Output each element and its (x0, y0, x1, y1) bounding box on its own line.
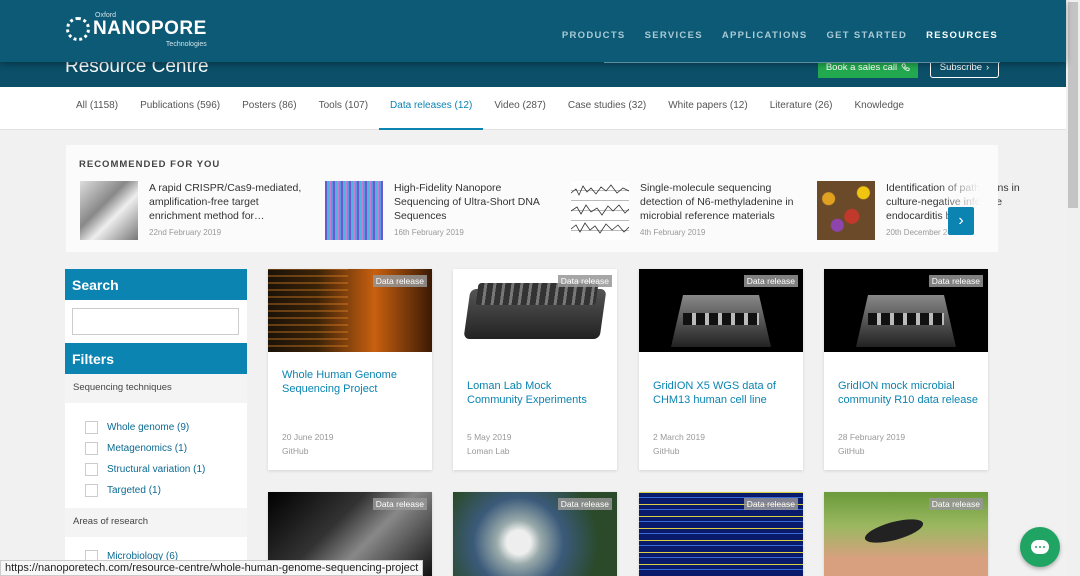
resource-card[interactable]: Data release (824, 492, 988, 576)
card-image: Data release (453, 492, 617, 576)
recommended-thumbnail (570, 181, 630, 240)
resource-card[interactable]: Data release GridION mock microbial comm… (824, 269, 988, 470)
card-image: Data release (824, 269, 988, 352)
card-title[interactable]: GridION X5 WGS data of CHM13 human cell … (653, 379, 793, 407)
recommended-thumbnail (817, 181, 875, 240)
signal-trace-icon (570, 184, 630, 234)
data-release-badge: Data release (372, 498, 427, 510)
tab-publications[interactable]: Publications (596) (129, 87, 231, 130)
card-source: GitHub (838, 446, 865, 456)
nav-services[interactable]: SERVICES (645, 30, 703, 41)
logo-wordmark: NANOPORE (93, 18, 207, 39)
chevron-right-icon: › (986, 62, 990, 73)
data-release-badge: Data release (557, 498, 612, 510)
data-release-badge: Data release (557, 275, 612, 287)
link-status-bar: https://nanoporetech.com/resource-centre… (0, 560, 424, 576)
card-title[interactable]: GridION mock microbial community R10 dat… (838, 379, 978, 407)
filter-metagenomics[interactable]: Metagenomics (1) (85, 442, 187, 455)
data-release-badge: Data release (743, 275, 798, 287)
filter-targeted[interactable]: Targeted (1) (85, 484, 161, 497)
card-date: 28 February 2019 (838, 432, 906, 442)
recommended-item[interactable]: A rapid CRISPR/Cas9-mediated, amplificat… (80, 181, 320, 241)
resource-card[interactable]: Data release Whole Human Genome Sequenci… (268, 269, 432, 470)
nav-applications[interactable]: APPLICATIONS (722, 30, 808, 41)
card-image: Data release (639, 269, 803, 352)
data-release-badge: Data release (928, 498, 983, 510)
nav-products[interactable]: PRODUCTS (562, 30, 626, 41)
filter-whole-genome[interactable]: Whole genome (9) (85, 421, 189, 434)
search-input[interactable] (72, 308, 239, 335)
phone-icon (901, 63, 910, 71)
recommended-thumbnail (325, 181, 383, 240)
card-date: 2 March 2019 (653, 432, 705, 442)
checkbox[interactable] (85, 463, 98, 476)
carousel-next-button[interactable]: › (948, 207, 974, 235)
card-date: 5 May 2019 (467, 432, 512, 442)
checkbox[interactable] (85, 484, 98, 497)
checkbox[interactable] (85, 421, 98, 434)
chat-icon (1031, 540, 1049, 554)
recommended-item[interactable]: Single-molecule sequencing detection of … (570, 181, 811, 241)
logo-small-bottom: Technologies (165, 41, 207, 48)
chat-button[interactable] (1020, 527, 1060, 567)
site-logo[interactable]: Oxford NANOPORE Technologies (66, 12, 207, 48)
filter-group-label[interactable]: Areas of research (65, 508, 247, 535)
resource-card[interactable]: Data release GridION X5 WGS data of CHM1… (639, 269, 803, 470)
card-image: Data release (453, 269, 617, 352)
chevron-right-icon: › (958, 212, 964, 229)
card-image: Data release (824, 492, 988, 576)
recommended-thumbnail (80, 181, 138, 240)
card-date: 20 June 2019 (282, 432, 334, 442)
resource-card[interactable]: Data release Loman Lab Mock Community Ex… (453, 269, 617, 470)
tab-case-studies[interactable]: Case studies (32) (557, 87, 657, 130)
filter-group-label[interactable]: Sequencing techniques (65, 374, 247, 401)
checkbox[interactable] (85, 442, 98, 455)
tab-white-papers[interactable]: White papers (12) (657, 87, 758, 130)
logo-mark-icon (66, 17, 90, 41)
recommended-item[interactable]: High-Fidelity Nanopore Sequencing of Ult… (325, 181, 565, 241)
filter-sidebar: Search Filters Sequencing techniques Who… (65, 269, 247, 576)
filter-group-sequencing: Sequencing techniques Whole genome (9) M… (65, 374, 247, 508)
tab-literature[interactable]: Literature (26) (759, 87, 844, 130)
data-release-badge: Data release (743, 498, 798, 510)
resource-card[interactable]: Data release (453, 492, 617, 576)
logo-small-top: Oxford (95, 12, 117, 19)
card-title[interactable]: Whole Human Genome Sequencing Project (282, 368, 422, 396)
card-image: Data release (639, 492, 803, 576)
resource-tabs: All (1158) Publications (596) Posters (8… (65, 87, 915, 130)
data-release-badge: Data release (928, 275, 983, 287)
card-source: GitHub (282, 446, 309, 456)
tab-tools[interactable]: Tools (107) (308, 87, 379, 130)
page-scrollbar[interactable] (1066, 0, 1080, 576)
resource-card[interactable]: Data release (639, 492, 803, 576)
search-heading: Search (65, 269, 247, 300)
data-release-badge: Data release (372, 275, 427, 287)
tab-data-releases[interactable]: Data releases (12) (379, 87, 484, 130)
main-nav: PRODUCTS SERVICES APPLICATIONS GET START… (562, 30, 998, 41)
top-nav-bar: Oxford NANOPORE Technologies PRODUCTS SE… (0, 0, 1066, 62)
tab-posters[interactable]: Posters (86) (231, 87, 307, 130)
card-source: Loman Lab (467, 446, 510, 456)
card-title[interactable]: Loman Lab Mock Community Experiments (467, 379, 607, 407)
tab-video[interactable]: Video (287) (483, 87, 557, 130)
divider (604, 62, 1000, 63)
card-image: Data release (268, 269, 432, 352)
tab-all[interactable]: All (1158) (65, 87, 129, 130)
scrollbar-thumb[interactable] (1068, 2, 1078, 208)
filter-structural-variation[interactable]: Structural variation (1) (85, 463, 205, 476)
filters-heading: Filters (65, 343, 247, 374)
nav-get-started[interactable]: GET STARTED (826, 30, 907, 41)
tab-knowledge[interactable]: Knowledge (844, 87, 915, 130)
nav-resources[interactable]: RESOURCES (926, 30, 998, 41)
resource-tabs-bar: All (1158) Publications (596) Posters (8… (0, 87, 1066, 130)
recommended-panel: RECOMMENDED FOR YOU A rapid CRISPR/Cas9-… (66, 145, 1020, 252)
card-source: GitHub (653, 446, 680, 456)
recommended-item[interactable]: Identification of pathogens in culture-n… (817, 181, 1057, 241)
recommended-heading: RECOMMENDED FOR YOU (79, 159, 221, 170)
